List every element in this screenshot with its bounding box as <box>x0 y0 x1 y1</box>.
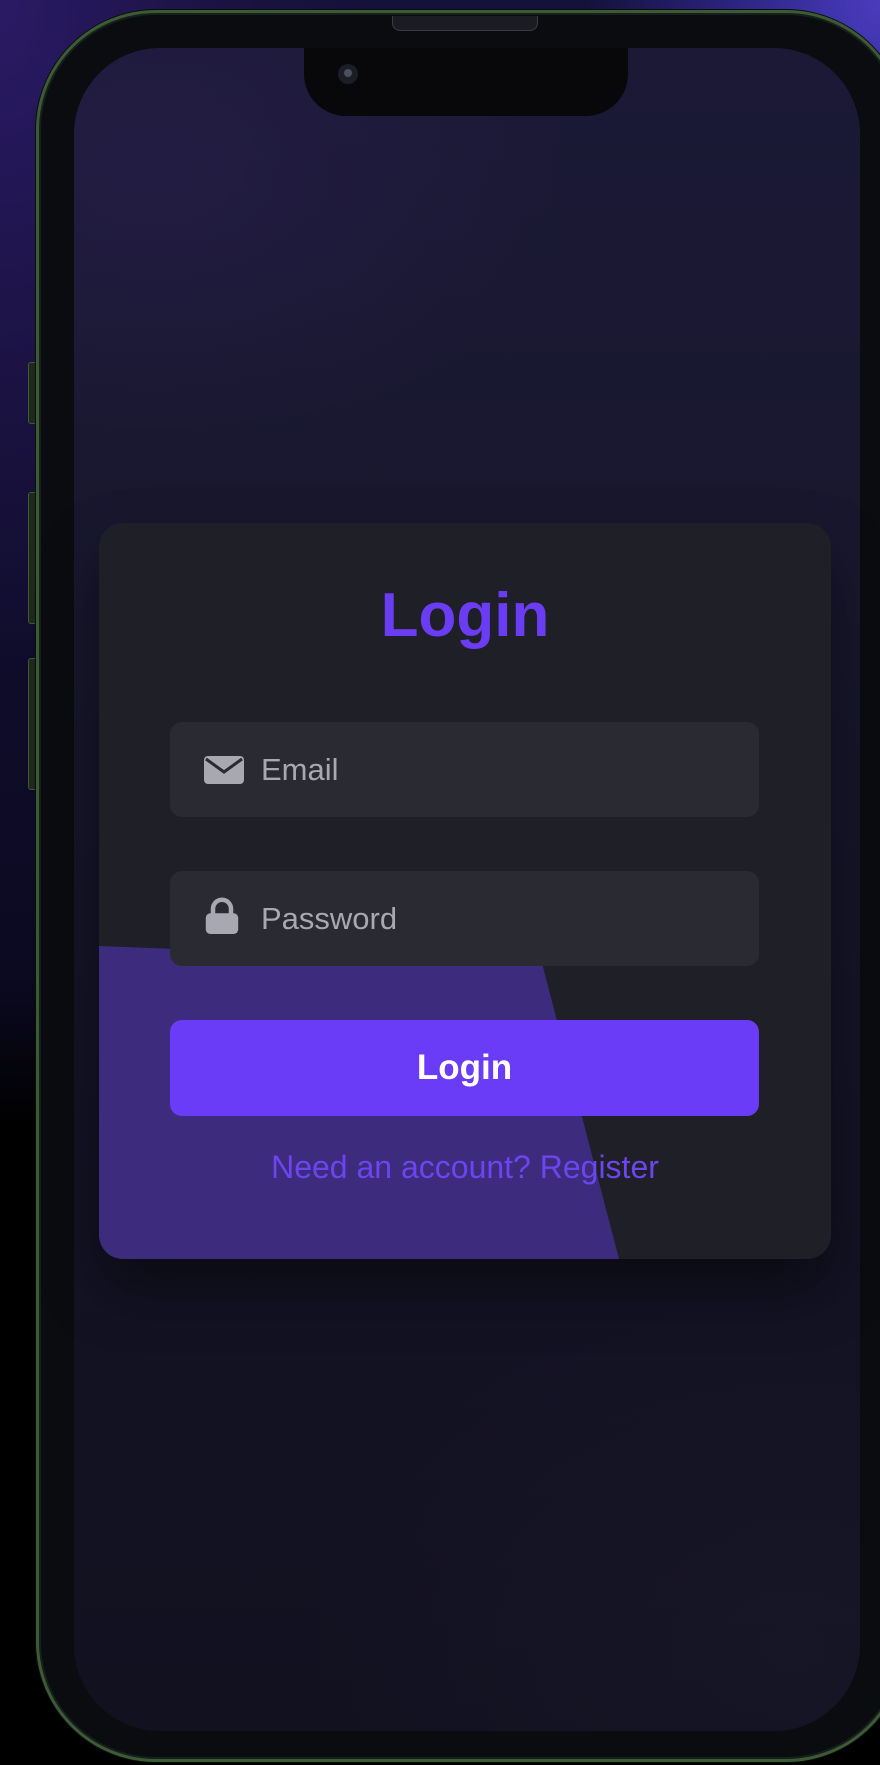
password-field[interactable]: Password <box>170 871 759 966</box>
phone-speaker <box>392 16 538 31</box>
register-link[interactable]: Need an account? Register <box>99 1149 831 1186</box>
login-card: Login Email Password Login Need an accou… <box>99 523 831 1259</box>
login-title: Login <box>380 581 550 650</box>
email-field[interactable]: Email <box>170 722 759 817</box>
lock-icon <box>205 897 239 934</box>
password-placeholder: Password <box>261 901 398 936</box>
login-button[interactable]: Login <box>170 1020 759 1116</box>
background: Login Email Password Login Need an accou… <box>0 0 880 1765</box>
front-camera <box>338 64 358 84</box>
email-placeholder: Email <box>261 752 339 787</box>
envelope-icon <box>204 756 244 784</box>
